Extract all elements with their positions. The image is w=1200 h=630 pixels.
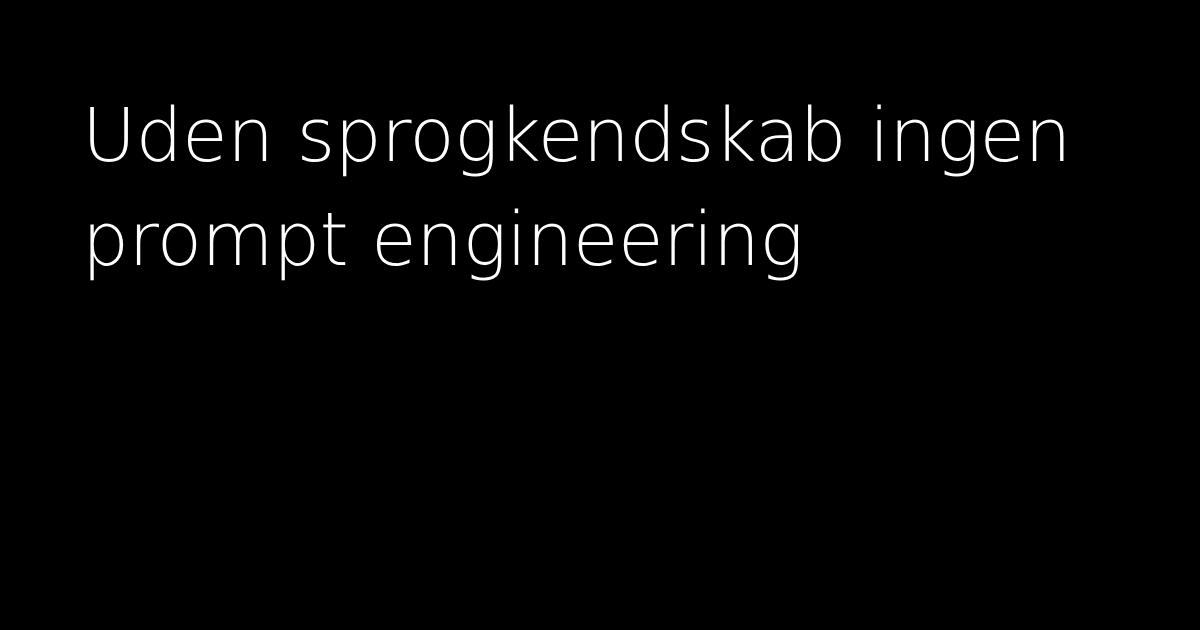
headline-line-2: prompt engineering xyxy=(82,197,804,283)
headline: Uden sprogkendskab ingen prompt engineer… xyxy=(82,84,1122,292)
social-card: Uden sprogkendskab ingen prompt engineer… xyxy=(0,0,1200,630)
headline-line-1: Uden sprogkendskab ingen xyxy=(82,93,1071,179)
